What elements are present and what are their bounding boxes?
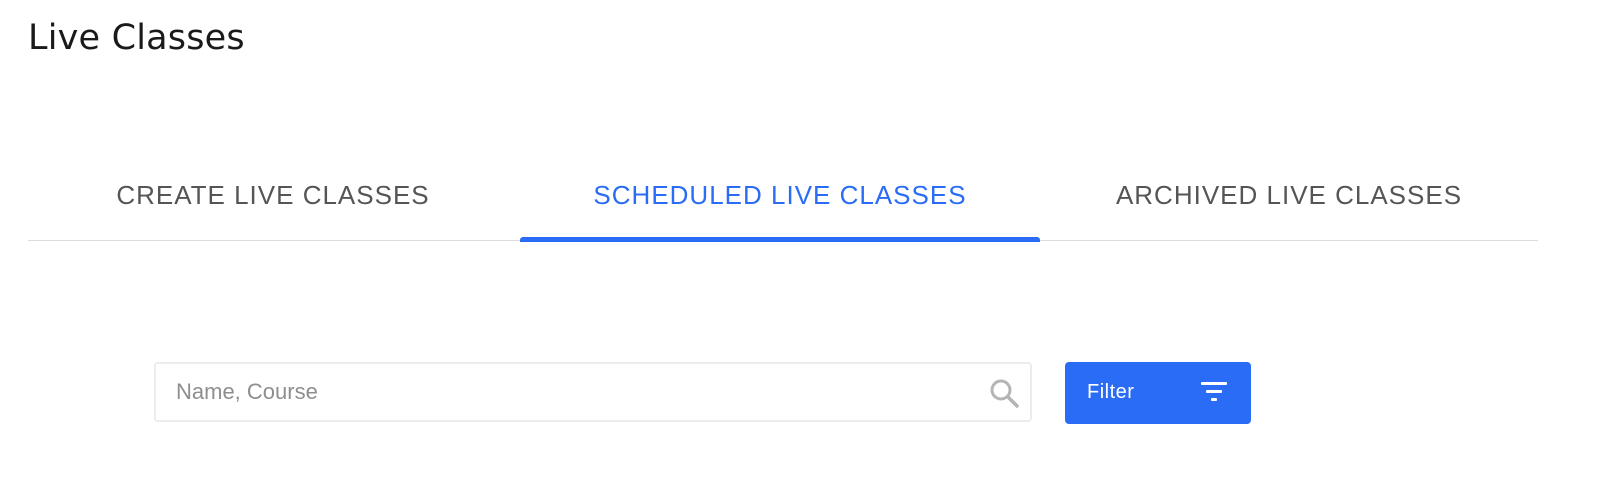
- search-icon[interactable]: [988, 377, 1020, 409]
- tab-create-live-classes[interactable]: CREATE LIVE CLASSES: [28, 150, 518, 240]
- live-classes-page: Live Classes CREATE LIVE CLASSES SCHEDUL…: [0, 0, 1600, 503]
- filter-button[interactable]: Filter: [1065, 362, 1251, 424]
- search-input[interactable]: [156, 364, 976, 420]
- page-title: Live Classes: [28, 18, 245, 58]
- filter-button-label: Filter: [1087, 381, 1135, 403]
- tab-bar: CREATE LIVE CLASSES SCHEDULED LIVE CLASS…: [28, 150, 1538, 242]
- active-tab-indicator: [520, 237, 1040, 242]
- tab-archived-live-classes[interactable]: ARCHIVED LIVE CLASSES: [1040, 150, 1538, 240]
- filter-icon: [1201, 382, 1227, 401]
- tab-scheduled-live-classes[interactable]: SCHEDULED LIVE CLASSES: [520, 150, 1040, 240]
- search-box: [154, 362, 1032, 422]
